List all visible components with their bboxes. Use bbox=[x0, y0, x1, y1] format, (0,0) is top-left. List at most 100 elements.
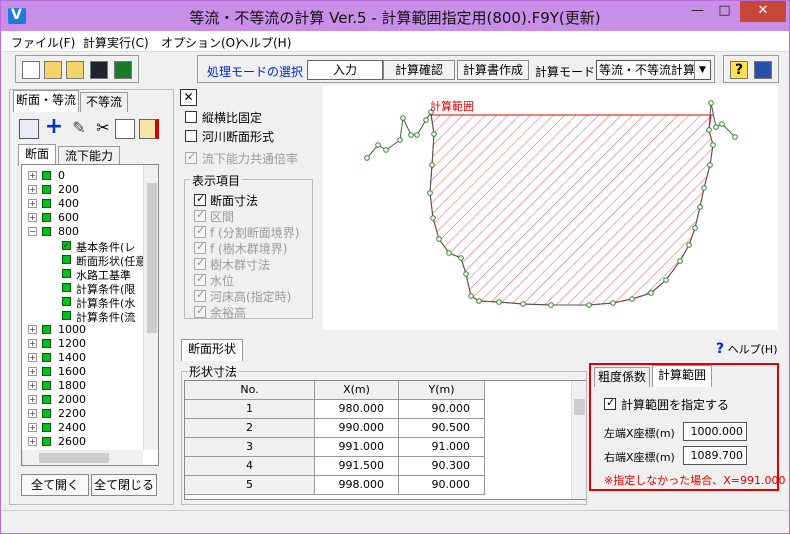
menu-file[interactable]: ファイル(F) bbox=[11, 34, 75, 51]
table-cell[interactable]: 990.000 bbox=[315, 419, 399, 438]
tree-node[interactable]: +200 bbox=[22, 183, 152, 197]
minimize-button[interactable]: — bbox=[684, 1, 711, 22]
close-button[interactable]: ✕ bbox=[740, 1, 786, 22]
expand-icon[interactable]: + bbox=[28, 423, 37, 432]
table-cell[interactable]: 991.000 bbox=[315, 438, 399, 457]
chevron-down-icon[interactable]: ▼ bbox=[694, 61, 710, 79]
menu-help[interactable]: ヘルプ(H) bbox=[237, 34, 291, 51]
paste-icon[interactable] bbox=[139, 119, 159, 139]
save-icon[interactable] bbox=[90, 61, 108, 79]
tree-hscroll-thumb[interactable] bbox=[39, 453, 109, 463]
table-cell[interactable]: 90.300 bbox=[399, 457, 485, 476]
tree-node[interactable]: +600 bbox=[22, 211, 152, 225]
tree-node[interactable]: +1400 bbox=[22, 351, 152, 365]
tree-node[interactable]: +0 bbox=[22, 169, 152, 183]
calc-range-enable-checkbox[interactable] bbox=[604, 396, 616, 410]
table-row[interactable]: 5 998.000 90.000 bbox=[185, 476, 485, 495]
tree-node[interactable]: +2600 bbox=[22, 435, 152, 449]
maximize-button[interactable]: □ bbox=[711, 1, 738, 22]
tree-node[interactable]: − 800 bbox=[22, 225, 152, 239]
mode-check-button[interactable]: 計算確認 bbox=[383, 60, 455, 80]
expand-icon[interactable]: + bbox=[28, 437, 37, 446]
tree-node[interactable]: 計算条件(流 bbox=[22, 309, 152, 324]
display-item-checkbox[interactable] bbox=[194, 192, 206, 206]
expand-icon[interactable]: + bbox=[28, 381, 37, 390]
aspect-fixed-checkbox[interactable] bbox=[185, 111, 197, 123]
collapse-icon[interactable]: − bbox=[28, 227, 37, 236]
tree-node[interactable]: +1000 bbox=[22, 323, 152, 337]
tree-hscrollbar[interactable] bbox=[22, 450, 143, 465]
table-cell[interactable]: 90.000 bbox=[399, 476, 485, 495]
tab-section[interactable]: 断面 bbox=[18, 144, 56, 166]
expand-icon[interactable]: + bbox=[28, 325, 37, 334]
expand-icon[interactable]: + bbox=[28, 185, 37, 194]
expand-icon[interactable]: + bbox=[28, 213, 37, 222]
tree-node[interactable]: +2000 bbox=[22, 393, 152, 407]
table-cell[interactable]: 90.500 bbox=[399, 419, 485, 438]
left-x-input[interactable]: 1000.000 bbox=[683, 422, 747, 441]
tab-flow-capacity[interactable]: 流下能力 bbox=[58, 146, 120, 166]
expand-icon[interactable]: + bbox=[28, 409, 37, 418]
add-icon[interactable]: + bbox=[43, 116, 65, 140]
section-tree[interactable]: +0 +200 +400 +600−800 ✓ 基本条件(レ 断面形状(任意 水路工基準 計算条… bbox=[21, 164, 159, 466]
tab-calc-range[interactable]: 計算範囲 bbox=[652, 365, 712, 387]
cut-icon[interactable]: ✂ bbox=[93, 119, 113, 139]
table-scroll-thumb[interactable] bbox=[574, 399, 585, 415]
tab-nonuniform[interactable]: 不等流 bbox=[80, 92, 128, 112]
table-row[interactable]: 3 991.000 91.000 bbox=[185, 438, 485, 457]
close-panel-icon[interactable]: ✕ bbox=[180, 89, 197, 106]
table-row[interactable]: 2 990.000 90.500 bbox=[185, 419, 485, 438]
expand-icon[interactable]: + bbox=[28, 171, 37, 180]
tab-roughness[interactable]: 粗度係数 bbox=[594, 367, 650, 387]
tree-node[interactable]: +1600 bbox=[22, 365, 152, 379]
edit-pen-icon[interactable]: ✎ bbox=[69, 119, 89, 139]
calc-mode-select[interactable]: 等流・不等流計算 ▼ bbox=[596, 60, 711, 80]
tree-node[interactable]: 水路工基準 bbox=[22, 267, 152, 282]
tab-section-shape[interactable]: 断面形状 bbox=[181, 339, 243, 361]
export-icon[interactable] bbox=[114, 61, 132, 79]
expand-icon[interactable]: + bbox=[28, 353, 37, 362]
menu-calc[interactable]: 計算実行(C) bbox=[83, 34, 149, 51]
table-cell[interactable]: 998.000 bbox=[315, 476, 399, 495]
tree-node[interactable]: ✓ 基本条件(レ bbox=[22, 239, 152, 254]
help-icon[interactable]: ? bbox=[730, 61, 748, 79]
right-x-input[interactable]: 1089.700 bbox=[683, 446, 747, 465]
tree-node[interactable]: +1200 bbox=[22, 337, 152, 351]
shape-table[interactable]: No. X(m) Y(m) 1 980.000 90.000 2 990.000 90.500 3… bbox=[184, 380, 586, 500]
table-row[interactable]: 4 991.500 90.300 bbox=[185, 457, 485, 476]
grid-view-icon[interactable] bbox=[19, 119, 39, 139]
expand-icon[interactable]: + bbox=[28, 339, 37, 348]
expand-all-button[interactable]: 全て開く bbox=[21, 474, 89, 496]
tree-vscrollbar[interactable] bbox=[143, 165, 158, 450]
table-cell[interactable]: 991.500 bbox=[315, 457, 399, 476]
tree-node[interactable]: +2200 bbox=[22, 407, 152, 421]
open-recent-icon[interactable] bbox=[66, 61, 84, 79]
tree-node[interactable]: +1800 bbox=[22, 379, 152, 393]
expand-icon[interactable]: + bbox=[28, 395, 37, 404]
help-link-label: ヘルプ(H) bbox=[727, 343, 778, 356]
mode-input-button[interactable]: 入力 bbox=[307, 60, 383, 80]
menu-options[interactable]: オプション(O) bbox=[161, 34, 240, 51]
expand-icon[interactable]: + bbox=[28, 199, 37, 208]
tree-node[interactable]: +2400 bbox=[22, 421, 152, 435]
tab-section-uniform[interactable]: 断面・等流 bbox=[13, 90, 79, 112]
tree-node[interactable]: 計算条件(水 bbox=[22, 295, 152, 310]
table-cell[interactable]: 980.000 bbox=[315, 400, 399, 419]
tree-node[interactable]: 計算条件(限 bbox=[22, 281, 152, 296]
river-section-checkbox[interactable] bbox=[185, 130, 197, 142]
new-file-icon[interactable] bbox=[22, 61, 40, 79]
copy-icon[interactable] bbox=[115, 119, 135, 139]
table-cell[interactable]: 90.000 bbox=[399, 400, 485, 419]
collapse-all-button[interactable]: 全て閉じる bbox=[91, 474, 157, 496]
tree-node[interactable]: +400 bbox=[22, 197, 152, 211]
table-row[interactable]: 1 980.000 90.000 bbox=[185, 400, 485, 419]
tree-node[interactable]: 断面形状(任意 bbox=[22, 253, 152, 268]
table-scrollbar[interactable] bbox=[571, 381, 586, 499]
book-icon[interactable] bbox=[754, 61, 772, 79]
open-folder-icon[interactable] bbox=[44, 61, 62, 79]
expand-icon[interactable]: + bbox=[28, 367, 37, 376]
mode-report-button[interactable]: 計算書作成 bbox=[457, 60, 529, 80]
tree-scroll-thumb[interactable] bbox=[147, 183, 157, 333]
table-cell[interactable]: 91.000 bbox=[399, 438, 485, 457]
help-link[interactable]: ? ヘルプ(H) bbox=[716, 341, 780, 359]
